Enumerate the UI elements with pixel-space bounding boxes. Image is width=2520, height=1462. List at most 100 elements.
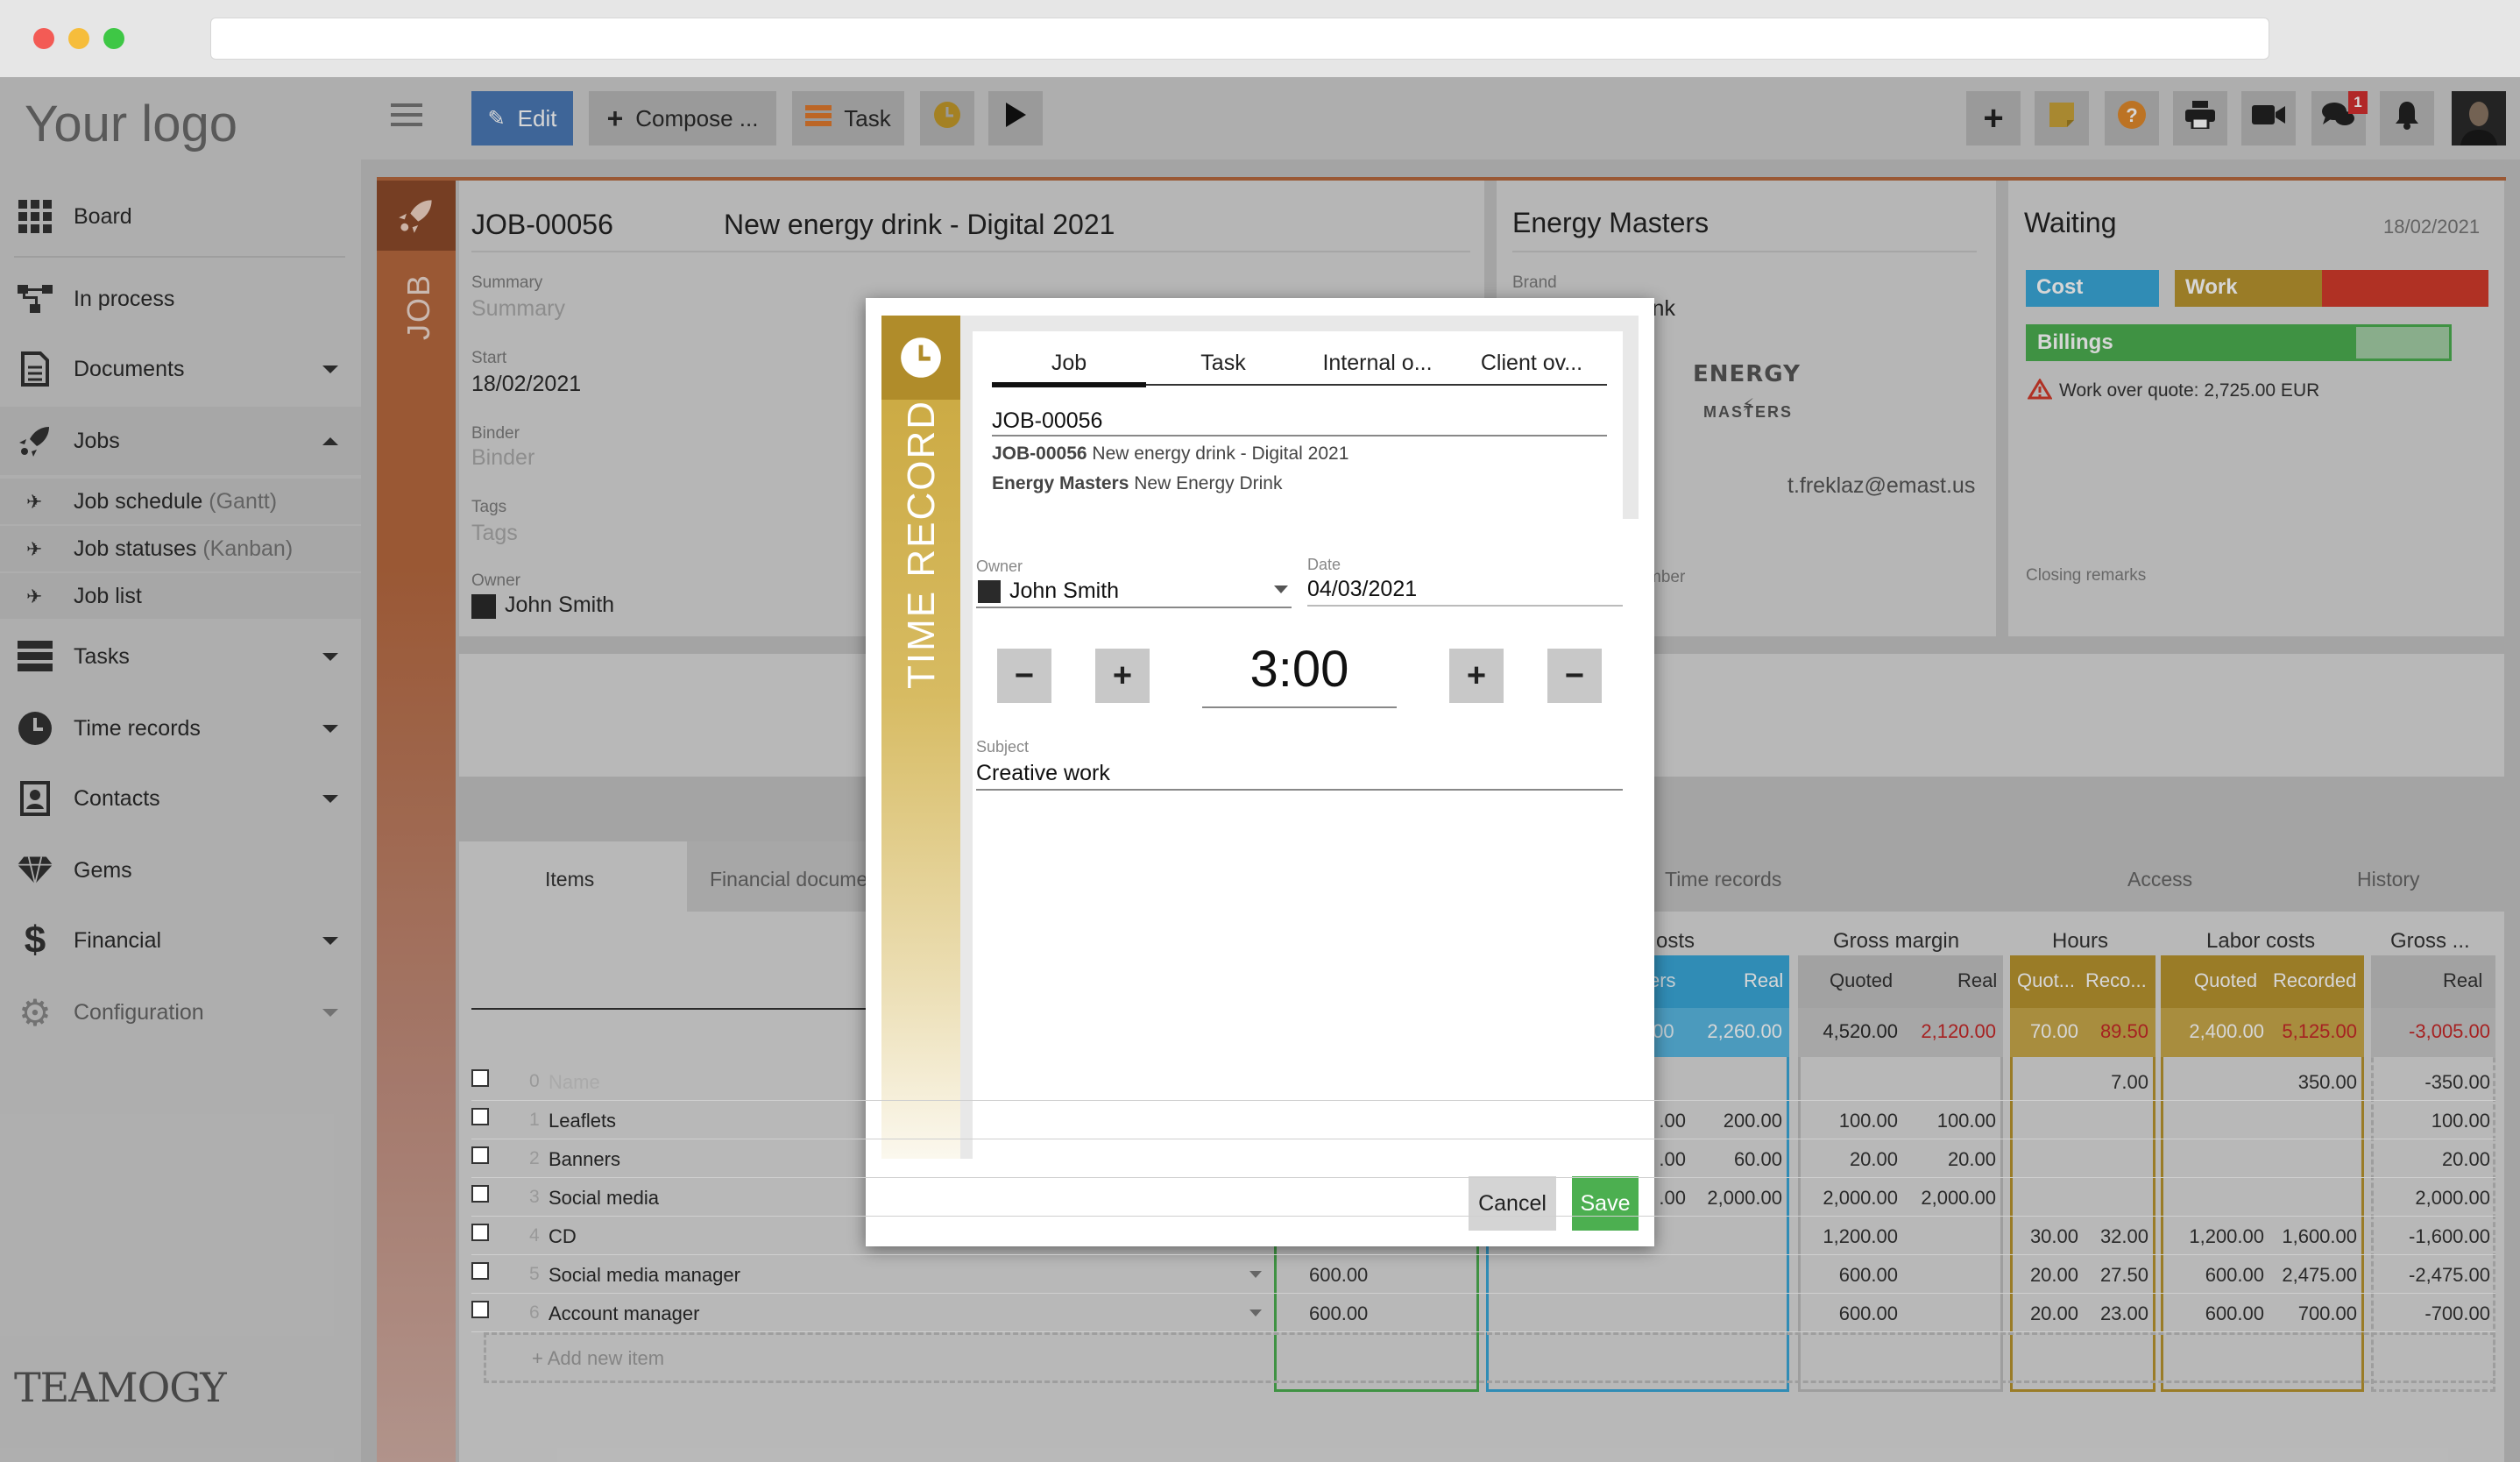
owner-select[interactable]: John Smith — [1009, 578, 1119, 604]
cell-gm-real: 100.00 — [1936, 1110, 1996, 1132]
plus-icon: + — [1112, 656, 1133, 694]
cell-gross: 2,000.00 — [2415, 1187, 2490, 1209]
duration-input[interactable]: 3:00 — [1202, 640, 1397, 706]
row-name-input[interactable]: Social media — [549, 1187, 659, 1210]
cell-hours-quoted: 20.00 — [2029, 1264, 2078, 1286]
cell-gm-quoted: 20.00 — [1849, 1148, 1898, 1170]
subject-label: Subject — [976, 738, 1030, 756]
cell-gm-quoted: 1,200.00 — [1823, 1225, 1898, 1247]
maximize-window-button[interactable] — [103, 28, 124, 49]
row-number: 4 — [529, 1225, 540, 1246]
close-window-button[interactable] — [33, 28, 54, 49]
cell-costs-a: .00 — [1659, 1148, 1686, 1170]
chevron-down-icon[interactable] — [1249, 1271, 1262, 1278]
cell-lc-recorded: 1,600.00 — [2282, 1225, 2357, 1247]
job-input-underline — [992, 435, 1607, 436]
dialog-tab-internal-overview[interactable]: Internal o... — [1300, 351, 1455, 376]
cell-gm-quoted: 100.00 — [1838, 1110, 1898, 1132]
row-checkbox[interactable] — [471, 1108, 489, 1125]
cell-hours-recorded: 32.00 — [2099, 1225, 2148, 1247]
row-checkbox[interactable] — [471, 1301, 489, 1318]
cell-quoted: 600.00 — [1309, 1264, 1369, 1286]
row-name-input[interactable]: Name — [549, 1071, 600, 1094]
row-name-input[interactable]: Banners — [549, 1148, 620, 1171]
decrease-hours-button[interactable]: − — [997, 649, 1051, 703]
duration-underline — [1202, 706, 1397, 708]
client-name-bold: Energy Masters — [992, 473, 1129, 493]
row-checkbox[interactable] — [471, 1069, 489, 1087]
cell-lc-quoted: 600.00 — [2205, 1302, 2264, 1324]
row-checkbox[interactable] — [471, 1224, 489, 1241]
cell-quoted: 600.00 — [1309, 1302, 1369, 1324]
table-row[interactable] — [471, 1178, 2495, 1217]
cell-lc-recorded: 350.00 — [2297, 1071, 2357, 1093]
job-description-line: JOB-00056 New energy drink - Digital 202… — [992, 444, 1348, 465]
cell-gm-quoted: 2,000.00 — [1823, 1187, 1898, 1209]
cell-hours-recorded: 23.00 — [2099, 1302, 2148, 1324]
row-checkbox[interactable] — [471, 1146, 489, 1164]
cell-costs-a: .00 — [1659, 1187, 1686, 1209]
time-record-side-label: TIME RECORD — [900, 400, 943, 689]
cell-lc-quoted: 1,200.00 — [2189, 1225, 2264, 1247]
job-search-input[interactable]: JOB-00056 — [992, 408, 1102, 434]
subject-input[interactable]: Creative work — [976, 761, 1110, 786]
subject-underline — [976, 789, 1623, 791]
row-name-input[interactable]: Account manager — [549, 1302, 699, 1325]
clock-icon — [881, 316, 960, 400]
owner-underline — [976, 607, 1292, 608]
cell-gross: -350.00 — [2424, 1071, 2490, 1093]
cell-costs-real: 200.00 — [1723, 1110, 1782, 1132]
cell-gross: -1,600.00 — [2409, 1225, 2490, 1247]
date-input[interactable]: 04/03/2021 — [1307, 577, 1417, 602]
dialog-tab-job[interactable]: Job — [992, 351, 1146, 376]
brand-description: New Energy Drink — [1134, 473, 1283, 493]
minus-icon: − — [1564, 656, 1585, 694]
minus-icon: − — [1014, 656, 1035, 694]
cell-lc-quoted: 600.00 — [2205, 1264, 2264, 1286]
cell-gm-real: 20.00 — [1947, 1148, 1996, 1170]
cell-hours-quoted: 20.00 — [2029, 1302, 2078, 1324]
plus-icon: + — [1466, 656, 1487, 694]
minimize-window-button[interactable] — [68, 28, 89, 49]
increase-hours-button[interactable]: + — [1095, 649, 1150, 703]
cell-hours-quoted: 30.00 — [2029, 1225, 2078, 1247]
row-number: 6 — [529, 1302, 540, 1323]
table-row[interactable] — [471, 1062, 2495, 1101]
cell-gm-quoted: 600.00 — [1838, 1302, 1898, 1324]
row-name-input[interactable]: CD — [549, 1225, 577, 1248]
increase-minutes-button[interactable]: + — [1449, 649, 1504, 703]
cell-gm-quoted: 600.00 — [1838, 1264, 1898, 1286]
chevron-down-icon[interactable] — [1249, 1309, 1262, 1317]
table-row[interactable] — [471, 1139, 2495, 1178]
row-number: 5 — [529, 1264, 540, 1284]
row-number: 2 — [529, 1148, 540, 1168]
cell-hours-recorded: 27.50 — [2099, 1264, 2148, 1286]
cell-gm-real: 2,000.00 — [1921, 1187, 1996, 1209]
row-checkbox[interactable] — [471, 1185, 489, 1203]
row-number: 1 — [529, 1110, 540, 1130]
avatar — [978, 580, 1001, 603]
client-description-line: Energy Masters New Energy Drink — [992, 473, 1282, 494]
cell-lc-recorded: 2,475.00 — [2282, 1264, 2357, 1286]
row-number: 0 — [529, 1071, 540, 1091]
dialog-date-label: Date — [1307, 556, 1341, 573]
dialog-owner-label: Owner — [976, 557, 1023, 575]
cell-lc-recorded: 700.00 — [2297, 1302, 2357, 1324]
cell-gross: 20.00 — [2441, 1148, 2490, 1170]
cell-gross: 100.00 — [2431, 1110, 2490, 1132]
job-number-bold: JOB-00056 — [992, 444, 1087, 464]
cell-hours-recorded: 7.00 — [2111, 1071, 2148, 1093]
dialog-tab-active-indicator — [992, 382, 1146, 387]
cell-gross: -2,475.00 — [2409, 1264, 2490, 1286]
chevron-down-icon[interactable] — [1274, 586, 1288, 593]
dialog-tab-client-overview[interactable]: Client ov... — [1455, 351, 1609, 376]
row-checkbox[interactable] — [471, 1262, 489, 1280]
decrease-minutes-button[interactable]: − — [1547, 649, 1602, 703]
row-name-input[interactable]: Social media manager — [549, 1264, 740, 1287]
url-bar[interactable] — [210, 18, 2269, 60]
date-underline — [1307, 605, 1623, 607]
table-row[interactable] — [471, 1101, 2495, 1139]
row-name-input[interactable]: Leaflets — [549, 1110, 616, 1132]
dialog-tab-task[interactable]: Task — [1146, 351, 1300, 376]
cell-costs-real: 60.00 — [1733, 1148, 1782, 1170]
